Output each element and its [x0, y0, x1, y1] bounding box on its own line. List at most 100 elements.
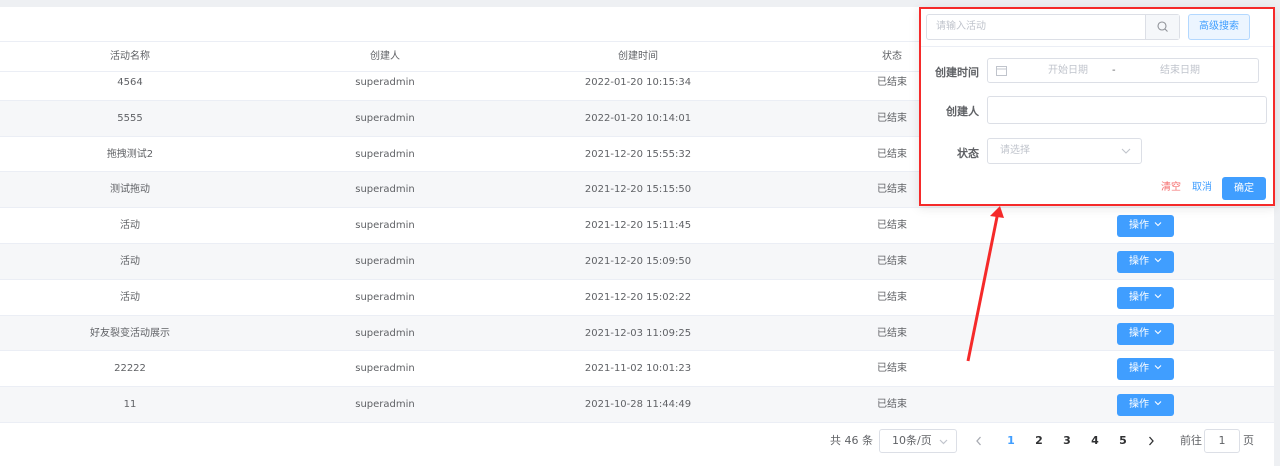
- prev-page-button[interactable]: [969, 429, 989, 453]
- chevron-down-icon: [1154, 251, 1162, 273]
- action-cell: 操作: [1117, 280, 1174, 315]
- divider: [921, 46, 1273, 47]
- goto-suffix: 页: [1243, 434, 1254, 447]
- table-row: 11 superadmin 2021-10-28 11:44:49 已结束 操作: [0, 387, 1274, 423]
- goto-page-input[interactable]: 1: [1204, 429, 1240, 453]
- table-row: 活动 superadmin 2021-12-20 15:09:50 已结束 操作: [0, 243, 1274, 280]
- creator-cell: superadmin: [355, 255, 415, 267]
- search-icon: [1157, 21, 1168, 32]
- creator-cell: superadmin: [355, 291, 415, 303]
- created-time-cell: 2022-01-20 10:15:34: [584, 77, 692, 88]
- action-cell: 操作: [1117, 244, 1174, 279]
- action-dropdown-button[interactable]: 操作: [1117, 286, 1174, 309]
- creator-cell: superadmin: [355, 363, 415, 375]
- activity-name-cell: 5555: [117, 112, 143, 124]
- created-time-cell: 2021-12-03 11:09:25: [584, 327, 692, 339]
- chevron-down-icon: [1154, 323, 1162, 345]
- search-input[interactable]: 请输入活动: [927, 15, 1147, 39]
- chevron-down-icon: [1154, 287, 1162, 309]
- activity-name-cell: 拖拽测试2: [106, 148, 154, 160]
- confirm-button[interactable]: 确定: [1222, 177, 1266, 200]
- action-dropdown-label: 操作: [1129, 255, 1149, 267]
- goto-prefix: 前往: [1180, 434, 1202, 447]
- status-cell: 已结束: [877, 363, 907, 375]
- action-cell: 操作: [1117, 208, 1174, 243]
- start-date-input[interactable]: 开始日期: [1038, 59, 1098, 82]
- page-number-button[interactable]: 5: [1113, 429, 1133, 453]
- action-dropdown-button[interactable]: 操作: [1117, 215, 1174, 238]
- action-dropdown-button[interactable]: 操作: [1117, 250, 1174, 273]
- created-time-cell: 2021-12-20 15:11:45: [584, 220, 692, 232]
- created-time-cell: 2021-10-28 11:44:49: [584, 399, 692, 411]
- activity-name-cell: 活动: [120, 255, 140, 267]
- activity-name-cell: 测试拖动: [110, 184, 150, 196]
- date-range-separator: -: [1112, 65, 1116, 76]
- page-number-button[interactable]: 2: [1029, 429, 1049, 453]
- page-size-value: 10条/页: [892, 434, 932, 447]
- status-select[interactable]: 请选择: [987, 138, 1142, 164]
- creator-cell: superadmin: [355, 399, 415, 411]
- status-cell: 已结束: [877, 327, 907, 339]
- created-time-cell: 2021-12-20 15:55:32: [584, 148, 692, 160]
- chevron-down-icon: [1154, 358, 1162, 380]
- activity-name-cell: 好友裂变活动展示: [90, 327, 170, 339]
- action-dropdown-label: 操作: [1129, 220, 1149, 232]
- page-number-button[interactable]: 3: [1057, 429, 1077, 453]
- next-page-button[interactable]: [1141, 429, 1161, 453]
- status-select-placeholder: 请选择: [1000, 145, 1030, 156]
- status-cell: 已结束: [877, 399, 907, 411]
- date-range-picker[interactable]: 开始日期 - 结束日期: [987, 58, 1259, 83]
- status-label: 状态: [957, 147, 979, 160]
- status-cell: 已结束: [877, 291, 907, 303]
- search-button[interactable]: [1145, 15, 1179, 39]
- action-cell: 操作: [1117, 351, 1174, 386]
- action-cell: 操作: [1117, 316, 1174, 351]
- chevron-down-icon: [1154, 394, 1162, 416]
- creator-cell: superadmin: [355, 77, 415, 88]
- creator-cell: superadmin: [355, 184, 415, 196]
- action-dropdown-button[interactable]: 操作: [1117, 322, 1174, 345]
- pagination-total: 共 46 条: [830, 434, 873, 447]
- action-dropdown-label: 操作: [1129, 399, 1149, 411]
- page-number-button[interactable]: 1: [1001, 429, 1021, 453]
- advanced-search-button[interactable]: 高级搜索: [1188, 14, 1250, 40]
- activity-name-cell: 4564: [117, 77, 143, 88]
- pagination: 共 46 条 10条/页 12345 前往 1 页: [0, 429, 1274, 459]
- created-time-cell: 2021-12-20 15:15:50: [584, 184, 692, 196]
- chevron-down-icon: [939, 430, 948, 463]
- search-box: 请输入活动: [926, 14, 1180, 40]
- action-dropdown-label: 操作: [1129, 363, 1149, 375]
- status-cell: 已结束: [877, 255, 907, 267]
- chevron-left-icon: [976, 436, 981, 446]
- table-row: 22222 superadmin 2021-11-02 10:01:23 已结束 操作: [0, 351, 1274, 388]
- creator-cell: superadmin: [355, 112, 415, 124]
- page-number-button[interactable]: 4: [1085, 429, 1105, 453]
- creator-cell: superadmin: [355, 220, 415, 232]
- clear-button[interactable]: 清空: [1161, 181, 1181, 195]
- creator-label: 创建人: [946, 105, 979, 118]
- created-time-cell: 2022-01-20 10:14:01: [584, 112, 692, 124]
- activity-name-cell: 22222: [114, 363, 146, 375]
- calendar-icon: [996, 66, 1007, 76]
- cancel-button[interactable]: 取消: [1192, 181, 1212, 195]
- action-dropdown-label: 操作: [1129, 327, 1149, 339]
- page-size-select[interactable]: 10条/页: [879, 429, 957, 453]
- chevron-right-icon: [1149, 436, 1154, 446]
- activity-name-cell: 活动: [120, 291, 140, 303]
- creator-cell: superadmin: [355, 148, 415, 160]
- table-row: 好友裂变活动展示 superadmin 2021-12-03 11:09:25 已结束…: [0, 315, 1274, 352]
- table-row: 活动 superadmin 2021-12-20 15:11:45 已结束 操作: [0, 208, 1274, 244]
- action-dropdown-label: 操作: [1129, 291, 1149, 303]
- created-time-cell: 2021-12-20 15:09:50: [584, 255, 692, 267]
- creator-input[interactable]: [987, 96, 1267, 124]
- creator-cell: superadmin: [355, 327, 415, 339]
- action-dropdown-button[interactable]: 操作: [1117, 358, 1174, 381]
- action-cell: 操作: [1117, 387, 1174, 422]
- created-time-cell: 2021-11-02 10:01:23: [584, 363, 692, 375]
- table-row: 活动 superadmin 2021-12-20 15:02:22 已结束 操作: [0, 280, 1274, 316]
- status-cell: 已结束: [877, 220, 907, 232]
- end-date-input[interactable]: 结束日期: [1150, 59, 1210, 82]
- action-dropdown-button[interactable]: 操作: [1117, 394, 1174, 417]
- activity-name-cell: 11: [123, 399, 137, 411]
- created-time-cell: 2021-12-20 15:02:22: [584, 291, 692, 303]
